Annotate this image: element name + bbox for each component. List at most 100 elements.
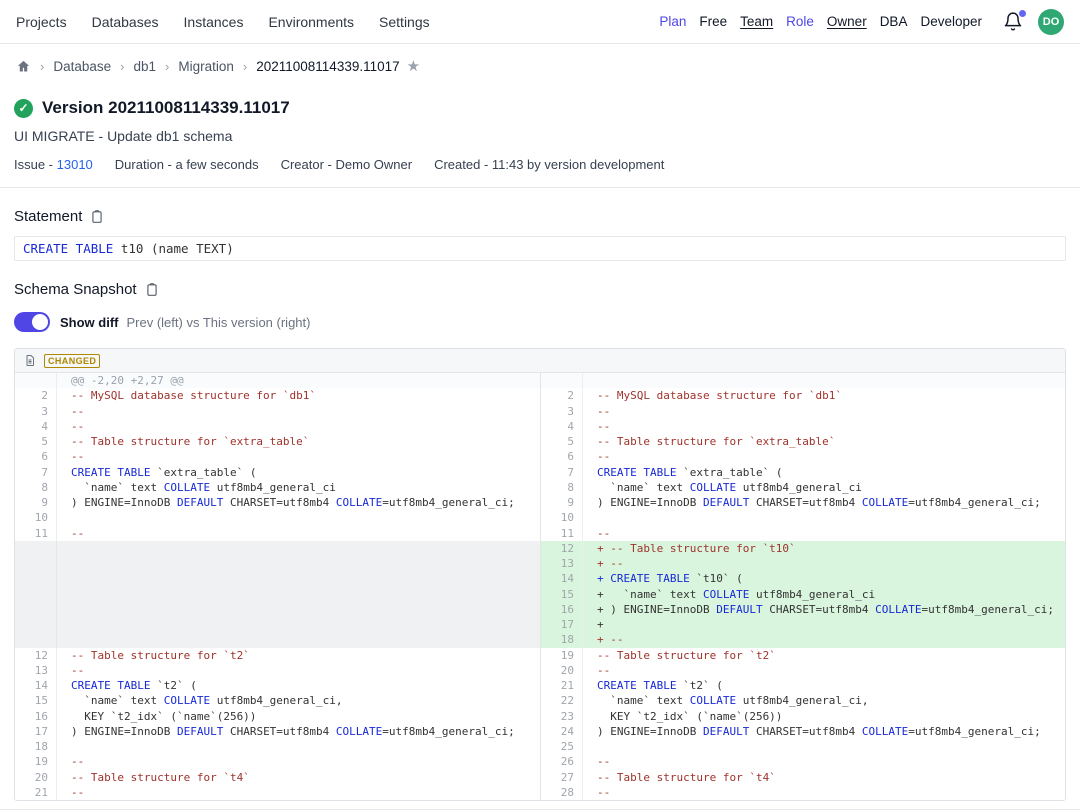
main-nav-items: Projects Databases Instances Environments Se… xyxy=(16,14,430,30)
account-label-role: Role xyxy=(786,14,814,29)
line-content: -- xyxy=(57,785,540,800)
line-number: 19 xyxy=(541,648,583,663)
line-content: -- xyxy=(583,785,1065,800)
line-content: `name` text COLLATE utf8mb4_general_ci, xyxy=(583,693,1065,708)
diff-line: 23 KEY `t2_idx` (`name`(256)) xyxy=(541,709,1065,724)
copy-statement-button[interactable] xyxy=(90,209,104,224)
diff-line: 15 `name` text COLLATE utf8mb4_general_c… xyxy=(15,693,540,708)
breadcrumb-item-migration[interactable]: Migration xyxy=(178,59,234,74)
line-content: -- Table structure for `t4` xyxy=(57,770,540,785)
line-number: 18 xyxy=(541,632,583,647)
diff-line: 28-- xyxy=(541,785,1065,800)
diff-line: 18 xyxy=(15,739,540,754)
line-number xyxy=(15,571,57,586)
nav-item-projects[interactable]: Projects xyxy=(16,14,67,30)
chevron-right-icon: › xyxy=(243,59,247,74)
diff-line: 20-- Table structure for `t4` xyxy=(15,770,540,785)
diff-line xyxy=(15,556,540,571)
line-number: 6 xyxy=(15,449,57,464)
diff-line: 5-- Table structure for `extra_table` xyxy=(15,434,540,449)
diff-line xyxy=(15,602,540,617)
line-content xyxy=(57,602,540,617)
line-content xyxy=(57,556,540,571)
line-content xyxy=(583,739,1065,754)
line-number: 10 xyxy=(15,510,57,525)
nav-item-environments[interactable]: Environments xyxy=(268,14,354,30)
meta-issue: Issue - 13010 xyxy=(14,157,93,172)
diff-line: 12-- Table structure for `t2` xyxy=(15,648,540,663)
avatar[interactable]: DO xyxy=(1038,9,1064,35)
diff-line xyxy=(541,373,1065,388)
diff-line: 7CREATE TABLE `extra_table` ( xyxy=(15,465,540,480)
line-number: 27 xyxy=(541,770,583,785)
line-content: + -- xyxy=(583,632,1065,647)
diff-line: 10 xyxy=(15,510,540,525)
line-content: CREATE TABLE `t2` ( xyxy=(583,678,1065,693)
line-content: -- Table structure for `t2` xyxy=(57,648,540,663)
line-number: 17 xyxy=(15,724,57,739)
line-number: 3 xyxy=(541,404,583,419)
nav-item-instances[interactable]: Instances xyxy=(184,14,244,30)
line-content: -- xyxy=(57,754,540,769)
diff-body: @@ -2,20 +2,27 @@2-- MySQL database stru… xyxy=(15,373,1065,800)
line-content xyxy=(57,739,540,754)
account-label-developer: Developer xyxy=(920,14,982,29)
page-title: Version 20211008114339.11017 xyxy=(42,98,290,118)
account-label-team[interactable]: Team xyxy=(740,14,773,29)
line-number xyxy=(15,556,57,571)
show-diff-toggle[interactable] xyxy=(14,312,50,332)
breadcrumb-item-database[interactable]: Database xyxy=(53,59,111,74)
star-icon[interactable]: ★ xyxy=(407,57,420,75)
line-content: -- MySQL database structure for `db1` xyxy=(57,388,540,403)
line-content xyxy=(57,510,540,525)
diff-line: 10 xyxy=(541,510,1065,525)
line-content xyxy=(57,587,540,602)
line-number: 21 xyxy=(15,785,57,800)
line-number xyxy=(15,602,57,617)
line-number: 4 xyxy=(15,419,57,434)
line-number: 8 xyxy=(15,480,57,495)
breadcrumb-items: ›Database›db1›Migration›20211008114339.1… xyxy=(40,59,400,74)
plan-role-labels: PlanFreeTeamRoleOwnerDBADeveloper xyxy=(659,14,982,29)
breadcrumb: ›Database›db1›Migration›20211008114339.1… xyxy=(0,44,1080,88)
line-number: 8 xyxy=(541,480,583,495)
line-number: 4 xyxy=(541,419,583,434)
breadcrumb-item-db1[interactable]: db1 xyxy=(133,59,156,74)
line-number: 11 xyxy=(15,526,57,541)
line-number: 20 xyxy=(541,663,583,678)
success-check-icon: ✓ xyxy=(14,99,33,118)
line-content: -- xyxy=(583,663,1065,678)
line-content: -- xyxy=(57,404,540,419)
home-icon[interactable] xyxy=(16,59,31,74)
line-content: + ) ENGINE=InnoDB DEFAULT CHARSET=utf8mb… xyxy=(583,602,1065,617)
nav-item-settings[interactable]: Settings xyxy=(379,14,430,30)
diff-line xyxy=(15,617,540,632)
line-number: 6 xyxy=(541,449,583,464)
line-content: KEY `t2_idx` (`name`(256)) xyxy=(583,709,1065,724)
account-label-owner[interactable]: Owner xyxy=(827,14,867,29)
diff-line xyxy=(15,632,540,647)
breadcrumb-item-20211008114339.11017: 20211008114339.11017 xyxy=(256,59,399,74)
line-content: -- xyxy=(57,526,540,541)
notification-bell-button[interactable] xyxy=(1003,11,1025,33)
diff-line: 22 `name` text COLLATE utf8mb4_general_c… xyxy=(541,693,1065,708)
line-number: 7 xyxy=(15,465,57,480)
line-number: 12 xyxy=(15,648,57,663)
line-content: -- xyxy=(583,754,1065,769)
line-content: + `name` text COLLATE utf8mb4_general_ci xyxy=(583,587,1065,602)
nav-item-databases[interactable]: Databases xyxy=(92,14,159,30)
line-content: -- xyxy=(57,663,540,678)
line-content: ) ENGINE=InnoDB DEFAULT CHARSET=utf8mb4 … xyxy=(583,724,1065,739)
version-meta: Issue - 13010 Duration - a few seconds C… xyxy=(14,157,1066,172)
issue-link[interactable]: 13010 xyxy=(57,157,93,172)
line-number: 17 xyxy=(541,617,583,632)
diff-line xyxy=(15,571,540,586)
diff-viewer[interactable]: CHANGED @@ -2,20 +2,27 @@2-- MySQL datab… xyxy=(14,348,1066,801)
show-diff-label: Show diff xyxy=(60,315,119,330)
line-number: 21 xyxy=(541,678,583,693)
copy-snapshot-button[interactable] xyxy=(145,282,159,297)
line-number: 18 xyxy=(15,739,57,754)
line-number xyxy=(15,541,57,556)
diff-line: 16+ ) ENGINE=InnoDB DEFAULT CHARSET=utf8… xyxy=(541,602,1065,617)
line-number: 13 xyxy=(15,663,57,678)
